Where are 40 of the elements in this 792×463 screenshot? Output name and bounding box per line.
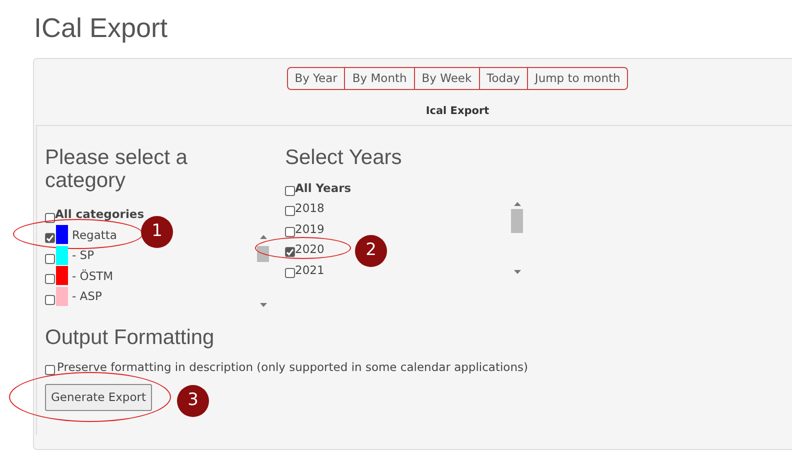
scroll-down-icon[interactable] [260,302,266,307]
checkbox[interactable] [45,212,55,223]
view-button[interactable]: Today [480,67,528,90]
checkbox[interactable] [285,268,295,278]
checkbox[interactable] [45,294,55,305]
checkbox[interactable] [45,233,55,244]
checkbox[interactable] [45,254,55,264]
category-label: - ÖSTM [72,268,114,285]
view-button[interactable]: By Month [345,67,415,90]
category-label: - SP [72,247,94,264]
year-label: 2021 [295,262,324,279]
category-label: Regatta [72,226,117,244]
checkbox[interactable] [285,226,295,237]
section-heading: Please select a category [45,146,188,194]
scrollbar-thumb[interactable] [511,209,523,234]
checkbox-label: Preserve formatting in description (only supported in some calendar applications) [57,358,528,376]
category-label: - ASP [72,288,102,306]
generate-export-button[interactable]: Generate Export [45,384,152,412]
scroll-up-icon[interactable] [260,234,266,239]
callout-number: 3 [177,384,209,417]
scroll-down-icon[interactable] [514,270,520,274]
checkbox[interactable] [45,274,55,284]
view-button[interactable]: By Week [414,67,480,90]
section-heading: Select Years [285,146,403,170]
checkbox[interactable] [285,206,295,216]
page-title: ICal Export [34,12,169,45]
checkbox[interactable] [285,186,295,196]
view-button[interactable]: Jump to month [528,67,628,90]
year-label: 2020 [295,241,324,258]
checkbox[interactable] [45,364,55,375]
callout-number: 2 [355,234,387,267]
section-heading: Output Formatting [45,326,216,350]
checkbox[interactable] [285,247,295,258]
year-label: 2019 [295,220,324,238]
panel-title: Ical Export [424,104,490,119]
scroll-up-icon[interactable] [514,202,520,206]
checkbox-label: All Years [295,180,352,197]
view-button[interactable]: By Year [286,67,346,90]
scrollbar-thumb[interactable] [257,246,269,262]
year-label: 2018 [295,200,324,218]
